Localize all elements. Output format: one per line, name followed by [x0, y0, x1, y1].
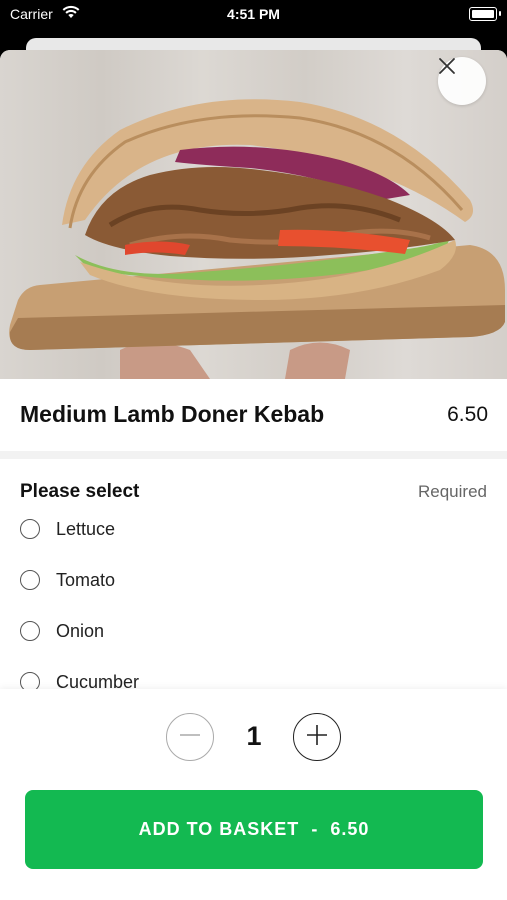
options-section-title: Please select [20, 481, 140, 502]
add-to-basket-label: ADD TO BASKET [138, 819, 300, 839]
item-price: 6.50 [447, 403, 488, 426]
order-footer: 1 ADD TO BASKET - 6.50 [0, 689, 507, 900]
radio-button[interactable] [20, 672, 40, 689]
required-badge: Required [418, 482, 487, 501]
close-button[interactable] [438, 57, 486, 105]
add-to-basket-price: 6.50 [330, 819, 370, 839]
item-image [0, 50, 507, 379]
option-onion[interactable]: Onion [20, 611, 487, 651]
option-label: Onion [56, 620, 105, 641]
status-bar: Carrier 4:51 PM [0, 0, 507, 30]
add-to-basket-separator: - [311, 819, 319, 839]
option-cucumber[interactable]: Cucumber [20, 662, 487, 689]
radio-button[interactable] [20, 570, 40, 590]
option-label: Tomato [56, 569, 116, 590]
plus-icon [304, 722, 330, 753]
option-label: Lettuce [56, 518, 116, 539]
increase-quantity-button[interactable] [293, 713, 341, 761]
radio-button[interactable] [20, 519, 40, 539]
battery-icon [469, 7, 497, 21]
status-time: 4:51 PM [227, 6, 280, 22]
section-divider [0, 451, 507, 459]
add-to-basket-button[interactable]: ADD TO BASKET - 6.50 [25, 790, 483, 869]
decrease-quantity-button[interactable] [166, 713, 214, 761]
option-lettuce[interactable]: Lettuce [20, 509, 487, 549]
quantity-value: 1 [246, 721, 262, 751]
item-title: Medium Lamb Doner Kebab [20, 401, 325, 427]
minus-icon [177, 722, 203, 753]
item-header: Medium Lamb Doner Kebab 6.50 [0, 379, 507, 455]
options-list[interactable]: Please select Required Lettuce Tomato On… [0, 459, 507, 689]
item-detail-sheet: Medium Lamb Doner Kebab 6.50 Please sele… [0, 50, 507, 900]
option-tomato[interactable]: Tomato [20, 560, 487, 600]
battery-nub [499, 11, 501, 16]
radio-button[interactable] [20, 621, 40, 641]
option-label: Cucumber [56, 671, 140, 690]
